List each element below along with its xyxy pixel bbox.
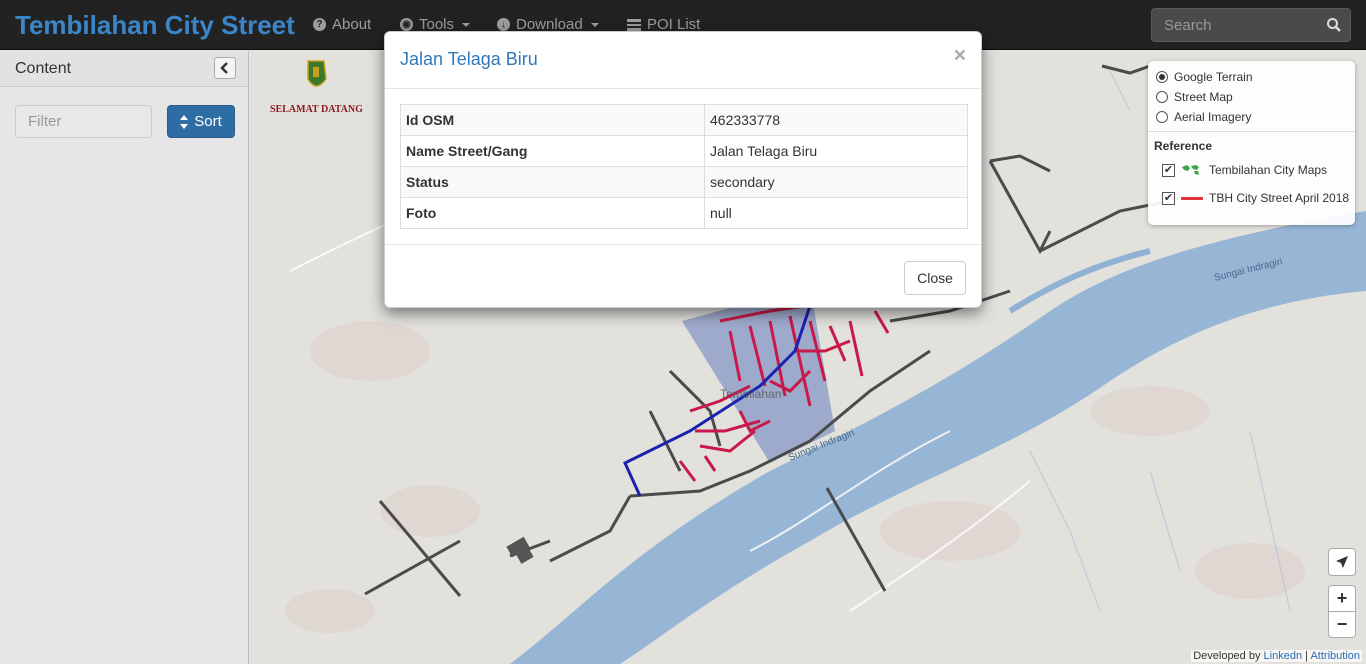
table-row: Foto null (400, 197, 968, 229)
close-button[interactable]: Close (904, 261, 966, 295)
row-value: null (704, 197, 968, 229)
row-key: Id OSM (400, 104, 705, 136)
table-row: Id OSM 462333778 (400, 104, 968, 136)
modal-title: Jalan Telaga Biru (400, 49, 538, 69)
feature-modal: Jalan Telaga Biru × Id OSM 462333778 Nam… (384, 31, 982, 308)
row-value: secondary (704, 166, 968, 198)
row-key: Status (400, 166, 705, 198)
modal-footer: Close (385, 244, 981, 309)
table-row: Status secondary (400, 166, 968, 198)
row-key: Name Street/Gang (400, 135, 705, 167)
modal-header: Jalan Telaga Biru × (385, 32, 981, 89)
row-value: Jalan Telaga Biru (704, 135, 968, 167)
feature-table: Id OSM 462333778 Name Street/Gang Jalan … (400, 104, 968, 229)
table-row: Name Street/Gang Jalan Telaga Biru (400, 135, 968, 167)
row-value: 462333778 (704, 104, 968, 136)
row-key: Foto (400, 197, 705, 229)
modal-close-icon[interactable]: × (954, 44, 966, 68)
